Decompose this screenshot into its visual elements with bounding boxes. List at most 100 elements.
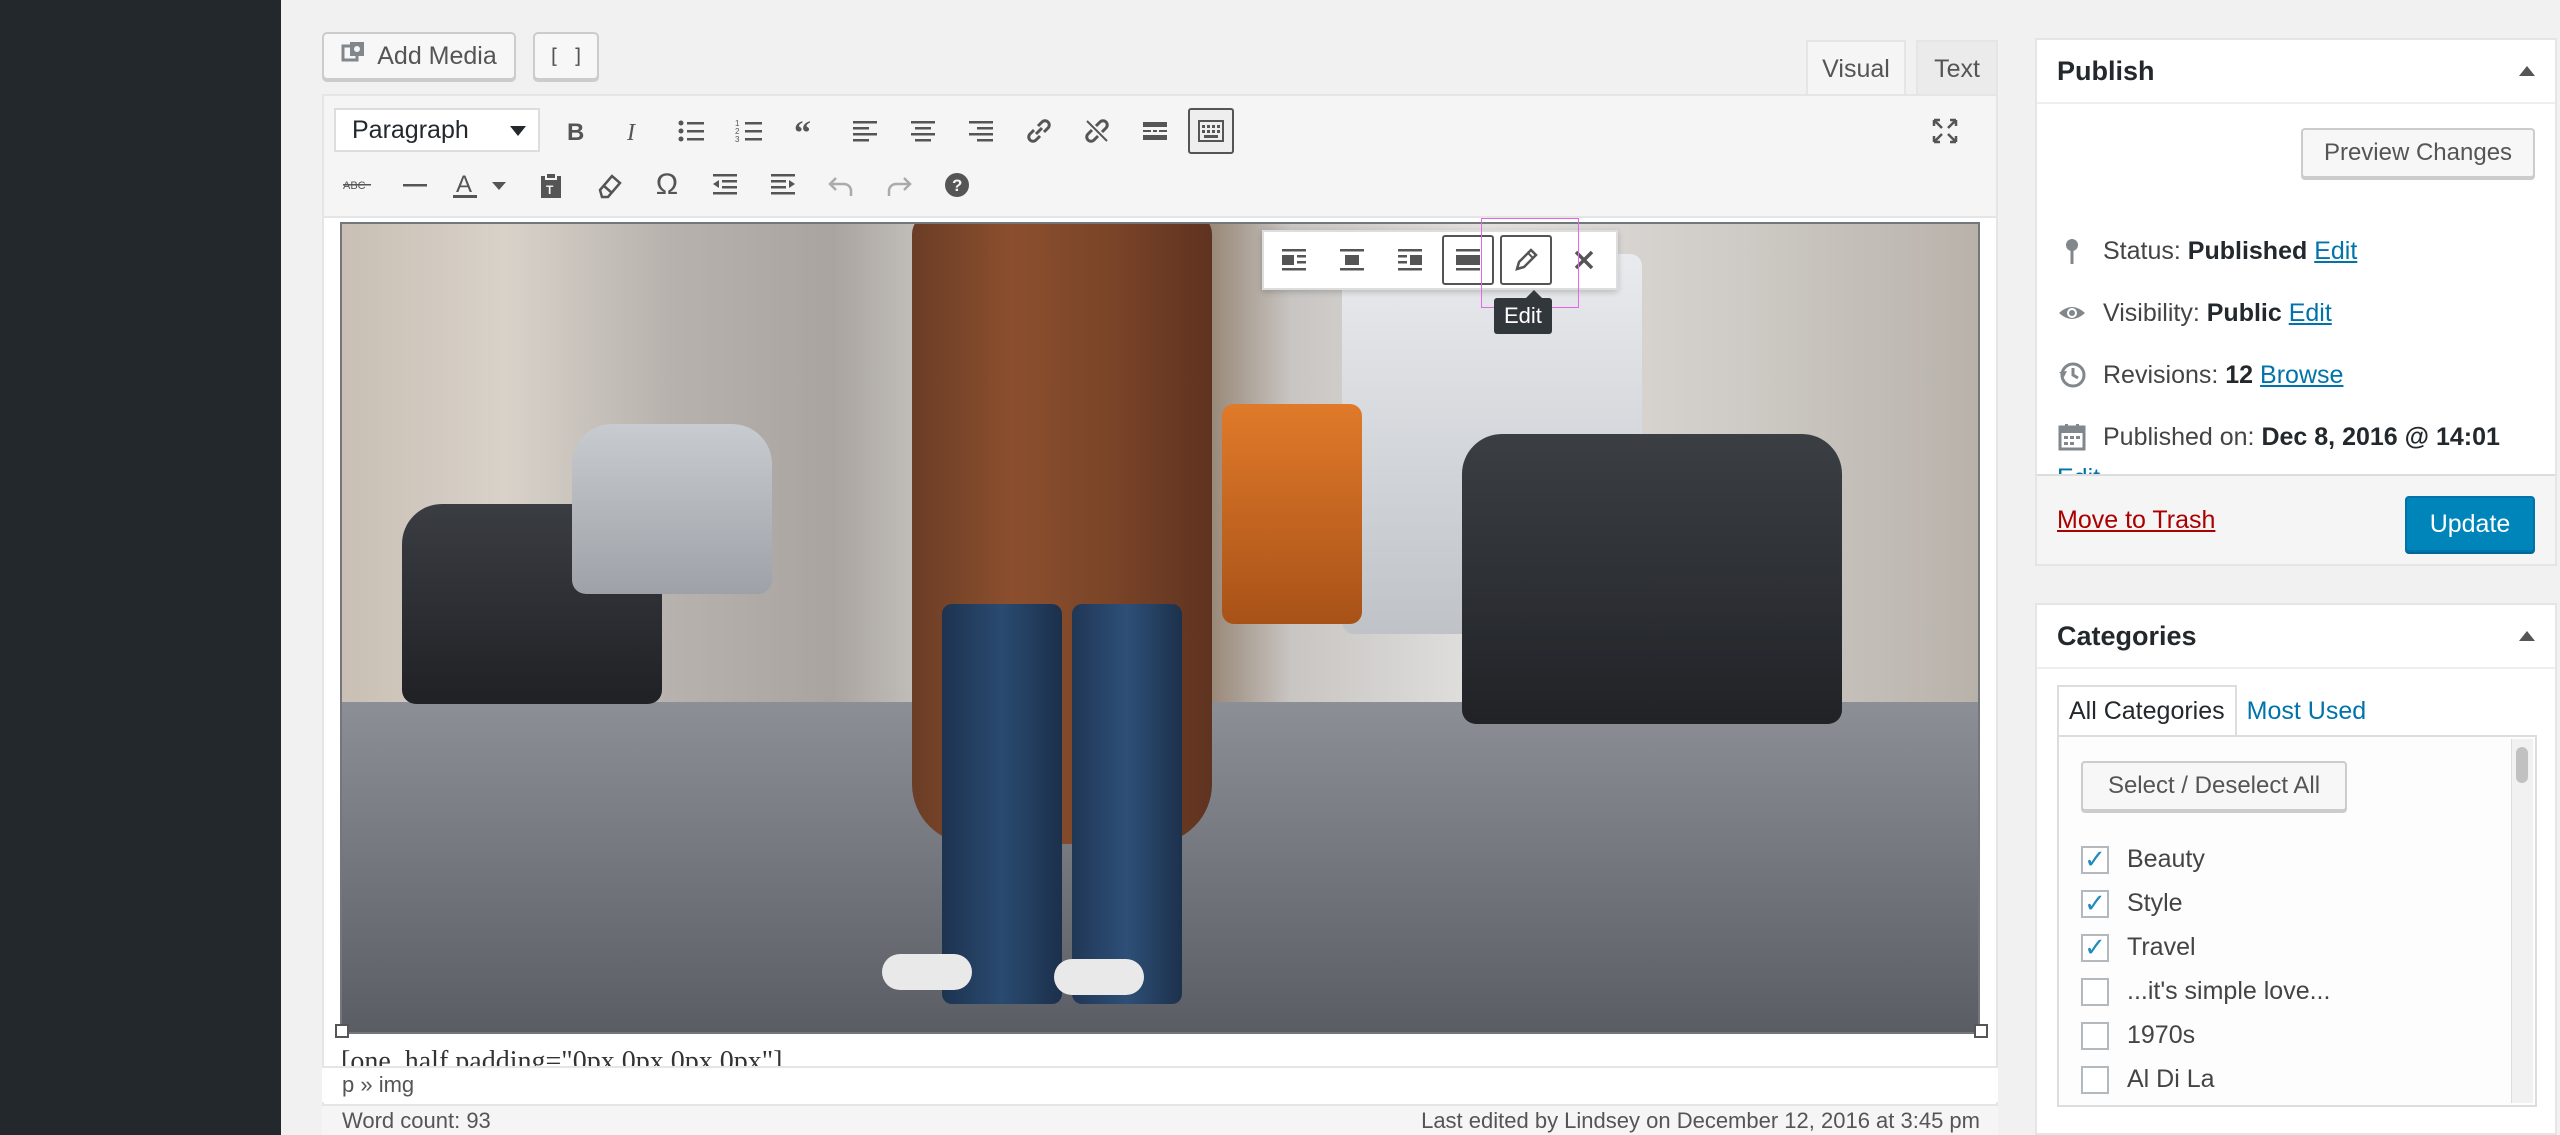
special-character-icon[interactable]: Ω xyxy=(644,162,690,208)
align-right-icon[interactable] xyxy=(958,108,1004,154)
category-checklist: Select / Deselect All ✓ Beauty ✓ Style ✓… xyxy=(2057,735,2537,1107)
categories-title: Categories xyxy=(2057,620,2197,651)
category-item[interactable]: ...it's simple love... xyxy=(2081,977,2330,1006)
category-label: Al Di La xyxy=(2127,1065,2215,1093)
category-checkbox[interactable]: ✓ xyxy=(2081,932,2109,962)
visibility-label: Visibility: xyxy=(2103,298,2200,327)
align-left-icon[interactable] xyxy=(1268,235,1320,285)
featured-image[interactable] xyxy=(340,222,1980,1034)
browse-revisions-link[interactable]: Browse xyxy=(2260,361,2343,389)
tab-text[interactable]: Text xyxy=(1916,40,1998,96)
category-item[interactable]: ✓ Travel xyxy=(2081,932,2196,962)
jeans xyxy=(942,604,1062,1004)
edit-status-link[interactable]: Edit xyxy=(2314,237,2357,265)
resize-handle[interactable] xyxy=(335,1024,349,1038)
collapse-arrow-icon[interactable] xyxy=(2519,66,2535,76)
svg-text:“: “ xyxy=(794,116,811,146)
category-label: Style xyxy=(2127,889,2183,917)
category-checkbox[interactable] xyxy=(2081,1065,2109,1094)
align-right-icon[interactable] xyxy=(1384,235,1436,285)
media-icon xyxy=(341,40,367,73)
scroll-thumb[interactable] xyxy=(2516,747,2528,783)
indent-icon[interactable] xyxy=(760,162,806,208)
fullscreen-icon[interactable] xyxy=(1922,108,1968,154)
bold-icon[interactable]: B xyxy=(552,108,598,154)
horizontal-line-icon[interactable] xyxy=(392,162,438,208)
category-checkbox[interactable]: ✓ xyxy=(2081,844,2109,874)
svg-text:3: 3 xyxy=(735,135,740,144)
jeans xyxy=(1072,604,1182,1004)
editor-toolbar: Paragraph B I 123 “ ABC A T Ω ? xyxy=(324,96,1996,218)
blockquote-icon[interactable]: “ xyxy=(784,108,830,154)
visibility-row: Visibility: Public Edit xyxy=(2057,298,2332,328)
car xyxy=(1462,434,1842,724)
format-select[interactable]: Paragraph xyxy=(334,108,540,152)
category-label: Beauty xyxy=(2127,845,2205,873)
add-media-label: Add Media xyxy=(377,41,497,70)
status-row: Status: Published Edit xyxy=(2057,236,2357,266)
category-item[interactable]: ✓ Style xyxy=(2081,888,2183,918)
category-item[interactable]: Al Di La xyxy=(2081,1065,2215,1094)
text-color-label: A xyxy=(456,171,472,198)
tab-visual[interactable]: Visual xyxy=(1806,40,1906,96)
publish-box-header[interactable]: Publish xyxy=(2037,40,2555,104)
strikethrough-label: ABC xyxy=(343,180,366,192)
move-to-trash-link[interactable]: Move to Trash xyxy=(2057,506,2215,535)
categories-box-header[interactable]: Categories xyxy=(2037,605,2555,669)
help-icon[interactable]: ? xyxy=(934,162,980,208)
link-icon[interactable] xyxy=(1016,108,1062,154)
bulleted-list-icon[interactable] xyxy=(668,108,714,154)
read-more-icon[interactable] xyxy=(1132,108,1178,154)
strikethrough-icon[interactable]: ABC xyxy=(334,162,380,208)
editor: Paragraph B I 123 “ ABC A T Ω ? xyxy=(322,94,1998,1135)
align-center-icon[interactable] xyxy=(900,108,946,154)
category-checkbox[interactable] xyxy=(2081,977,2109,1006)
numbered-list-icon[interactable]: 123 xyxy=(726,108,772,154)
add-form-button[interactable]: [ ] xyxy=(533,32,599,80)
editor-status-bar: Word count: 93 Last edited by Lindsey on… xyxy=(322,1104,1998,1135)
tab-text-label: Text xyxy=(1934,54,1980,83)
published-on-row: Published on: Dec 8, 2016 @ 14:01 xyxy=(2057,422,2500,452)
select-deselect-all-button[interactable]: Select / Deselect All xyxy=(2081,761,2347,811)
tab-all-categories[interactable]: All Categories xyxy=(2057,685,2237,737)
status-label: Status: xyxy=(2103,236,2181,265)
update-button[interactable]: Update xyxy=(2405,496,2535,552)
preview-changes-button[interactable]: Preview Changes xyxy=(2301,128,2535,178)
resize-handle[interactable] xyxy=(1974,1024,1988,1038)
text-color-icon[interactable]: A xyxy=(442,162,488,208)
clear-formatting-icon[interactable] xyxy=(586,162,632,208)
category-label: 1970s xyxy=(2127,1021,2196,1049)
add-media-button[interactable]: Add Media xyxy=(322,32,516,80)
collapse-arrow-icon[interactable] xyxy=(2519,631,2535,641)
align-left-icon[interactable] xyxy=(842,108,888,154)
outdent-icon[interactable] xyxy=(702,162,748,208)
italic-icon[interactable]: I xyxy=(610,108,656,154)
calendar-icon xyxy=(2057,422,2087,452)
edit-visibility-link[interactable]: Edit xyxy=(2289,299,2332,327)
van xyxy=(1222,404,1362,624)
category-item[interactable]: ✓ Beauty xyxy=(2081,844,2205,874)
category-item[interactable]: 1970s xyxy=(2081,1021,2195,1050)
tab-most-used[interactable]: Most Used xyxy=(2237,685,2376,737)
special-char-glyph: Ω xyxy=(655,168,679,201)
revisions-row: Revisions: 12 Browse xyxy=(2057,360,2343,390)
category-checkbox[interactable] xyxy=(2081,1021,2109,1050)
toolbar-toggle-icon[interactable] xyxy=(1188,108,1234,154)
unlink-icon[interactable] xyxy=(1074,108,1120,154)
category-checkbox[interactable]: ✓ xyxy=(2081,888,2109,918)
check-icon: ✓ xyxy=(2084,888,2106,918)
street-photo xyxy=(342,224,1978,1032)
status-value: Published xyxy=(2187,236,2308,265)
align-center-icon[interactable] xyxy=(1326,235,1378,285)
categories-box: Categories All Categories Most Used Sele… xyxy=(2035,603,2557,1135)
redo-icon[interactable] xyxy=(876,162,922,208)
paste-text-icon[interactable]: T xyxy=(528,162,574,208)
undo-icon[interactable] xyxy=(818,162,864,208)
car xyxy=(572,424,772,594)
shortcode-text[interactable]: [one_half padding="0px 0px 0px 0px"] xyxy=(341,1046,1241,1068)
category-label: Travel xyxy=(2127,933,2196,961)
history-icon xyxy=(2057,360,2087,390)
shoe xyxy=(1054,959,1144,995)
text-color-dropdown-icon[interactable] xyxy=(484,162,514,208)
category-scrollbar[interactable] xyxy=(2511,739,2533,1103)
